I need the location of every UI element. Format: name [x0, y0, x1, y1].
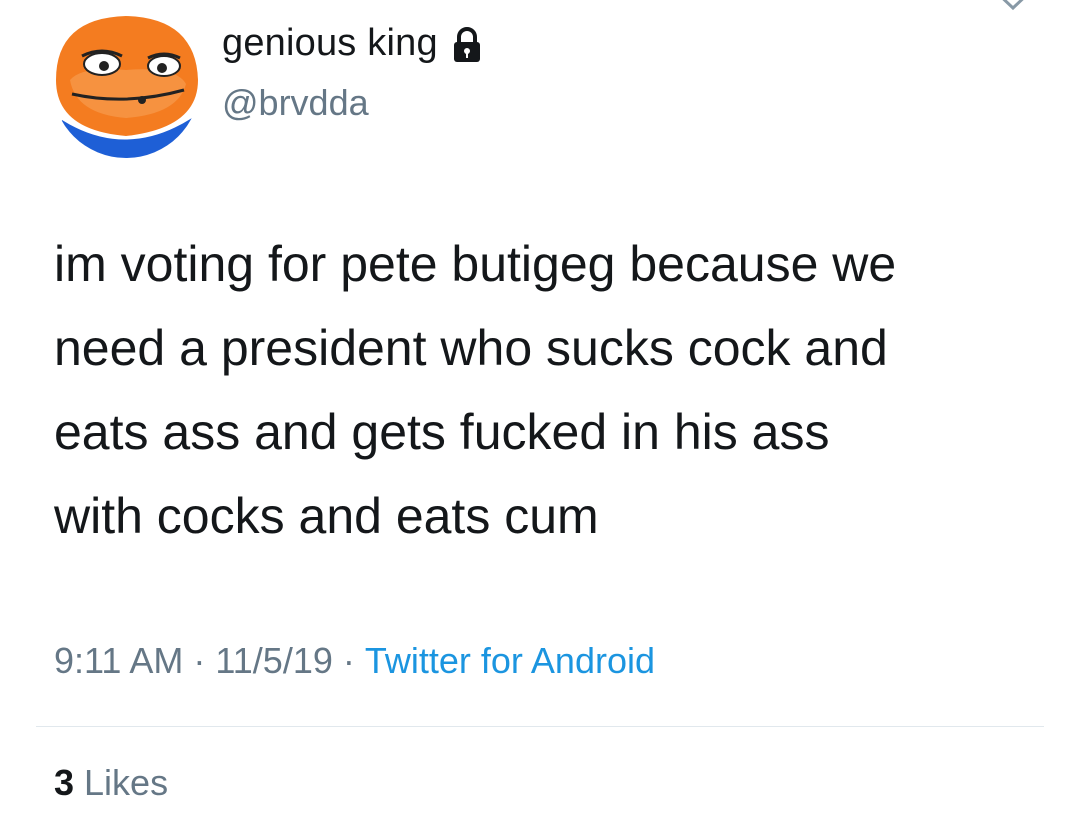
- likes-stat[interactable]: 3 Likes: [54, 762, 168, 804]
- tweet-meta: 9:11 AM · 11/5/19 · Twitter for Android: [54, 640, 655, 682]
- user-handle[interactable]: @brvdda: [222, 82, 369, 124]
- likes-count: 3: [54, 762, 75, 803]
- chevron-down-icon[interactable]: [990, 0, 1036, 16]
- tweet-source-link[interactable]: Twitter for Android: [365, 640, 655, 682]
- lock-icon: [453, 26, 480, 62]
- meta-separator: ·: [193, 640, 206, 681]
- likes-label: Likes: [84, 762, 169, 803]
- tweet-card: genious king @brvdda im voting for pete …: [0, 0, 1080, 825]
- author-name-row: genious king: [222, 22, 482, 65]
- meta-separator: ·: [342, 640, 355, 681]
- avatar[interactable]: [52, 10, 200, 158]
- tweet-time: 9:11 AM: [54, 640, 184, 681]
- tweet-text: im voting for pete butigeg because we ne…: [54, 236, 897, 544]
- tweet-date: 11/5/19: [215, 640, 333, 681]
- divider: [36, 726, 1044, 727]
- display-name[interactable]: genious king: [222, 22, 438, 65]
